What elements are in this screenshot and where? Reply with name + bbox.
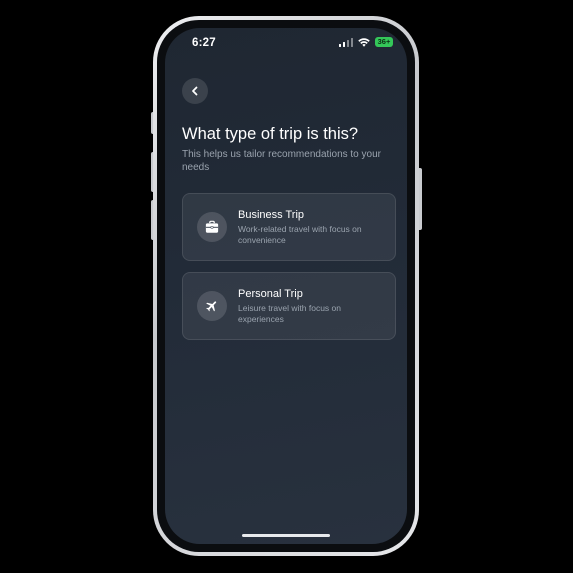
status-bar: 6:27 36+ (165, 28, 407, 58)
status-icons: 36+ (338, 37, 393, 47)
airplane-icon (206, 301, 217, 312)
wifi-icon (358, 37, 370, 47)
page-subtitle: This helps us tailor recommendations to … (182, 149, 381, 173)
option-description: Leisure travel with focus on experiences (238, 303, 341, 324)
battery-level: 36+ (377, 37, 391, 46)
status-time: 6:27 (192, 37, 216, 49)
cellular-signal-icon (338, 37, 353, 47)
battery-icon: 36+ (375, 37, 393, 47)
page-title: What type of trip is this? (182, 125, 359, 143)
option-title: Business Trip (238, 209, 305, 221)
business-trip-option[interactable]: Business Trip Work-related travel with f… (182, 193, 396, 261)
phone-bezel: 6:27 36+ What type of trip is this? This… (157, 20, 415, 552)
option-title: Personal Trip (238, 288, 303, 300)
airplane-icon-badge (197, 291, 227, 321)
briefcase-icon (205, 220, 219, 233)
phone-frame: 6:27 36+ What type of trip is this? This… (153, 16, 419, 556)
home-indicator[interactable] (242, 534, 330, 537)
back-button[interactable] (182, 78, 208, 104)
device-mockup: 6:27 36+ What type of trip is this? This… (0, 0, 573, 573)
briefcase-icon-badge (197, 212, 227, 242)
app-screen: 6:27 36+ What type of trip is this? This… (165, 28, 407, 544)
personal-trip-option[interactable]: Personal Trip Leisure travel with focus … (182, 272, 396, 340)
chevron-left-icon (192, 86, 198, 96)
option-description: Work-related travel with focus on conven… (238, 224, 362, 245)
